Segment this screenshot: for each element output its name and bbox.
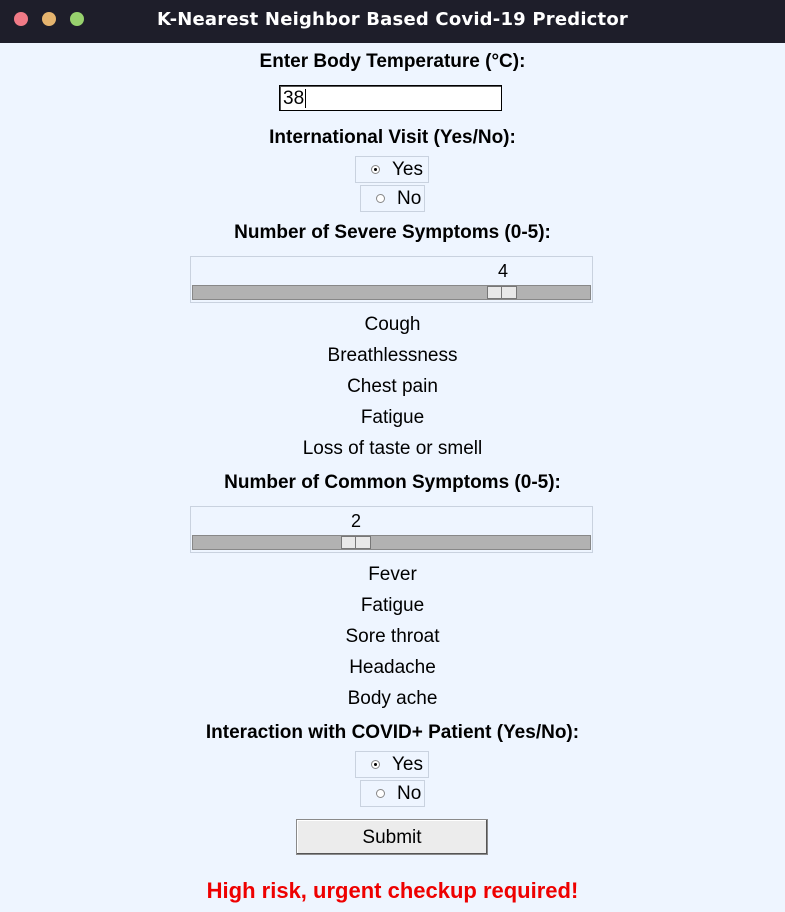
common-symptom-item: Body ache	[347, 688, 438, 709]
covid-interaction-no-radio[interactable]: No	[360, 780, 425, 807]
severe-symptom-item: Cough	[364, 314, 421, 335]
temperature-value: 38	[283, 88, 305, 109]
common-symptom-item: Fever	[368, 564, 417, 585]
prediction-result: High risk, urgent checkup required!	[206, 878, 579, 903]
common-symptom-item: Sore throat	[345, 626, 440, 647]
severe-symptom-item: Loss of taste or smell	[302, 438, 483, 459]
severe-symptom-item: Breathlessness	[327, 345, 458, 366]
covid-interaction-yes-radio[interactable]: Yes	[355, 751, 429, 778]
severe-symptom-item: Fatigue	[360, 407, 425, 428]
covid-interaction-label: Interaction with COVID+ Patient (Yes/No)…	[205, 722, 580, 743]
slider-trough[interactable]	[192, 285, 591, 300]
international-visit-no-radio[interactable]: No	[360, 185, 425, 212]
radio-selected-icon	[371, 165, 380, 174]
radio-label-no: No	[397, 188, 422, 209]
radio-selected-icon	[371, 760, 380, 769]
common-symptoms-label: Number of Common Symptoms (0-5):	[224, 472, 561, 493]
radio-label-yes: Yes	[392, 754, 423, 775]
radio-label-no: No	[397, 783, 422, 804]
temperature-input[interactable]: 38	[279, 85, 502, 111]
text-cursor	[305, 89, 307, 109]
common-symptom-item: Headache	[349, 657, 436, 678]
severe-symptoms-slider[interactable]: 4	[190, 256, 593, 303]
slider-handle[interactable]	[487, 286, 517, 299]
common-symptoms-slider[interactable]: 2	[190, 506, 593, 553]
international-visit-yes-radio[interactable]: Yes	[355, 156, 429, 183]
severe-symptoms-label: Number of Severe Symptoms (0-5):	[234, 222, 551, 243]
submit-button[interactable]: Submit	[296, 819, 488, 855]
temperature-label: Enter Body Temperature (°C):	[259, 51, 526, 72]
window-title: K-Nearest Neighbor Based Covid-19 Predic…	[156, 9, 629, 30]
common-symptom-item: Fatigue	[360, 595, 425, 616]
slider-handle[interactable]	[341, 536, 371, 549]
common-symptoms-value: 2	[350, 511, 361, 531]
severe-symptoms-value: 4	[497, 261, 508, 281]
radio-unselected-icon	[376, 194, 385, 203]
slider-trough[interactable]	[192, 535, 591, 550]
radio-label-yes: Yes	[392, 159, 423, 180]
title-bar: K-Nearest Neighbor Based Covid-19 Predic…	[0, 0, 785, 43]
severe-symptom-item: Chest pain	[347, 376, 438, 397]
international-visit-label: International Visit (Yes/No):	[269, 127, 516, 148]
radio-unselected-icon	[376, 789, 385, 798]
